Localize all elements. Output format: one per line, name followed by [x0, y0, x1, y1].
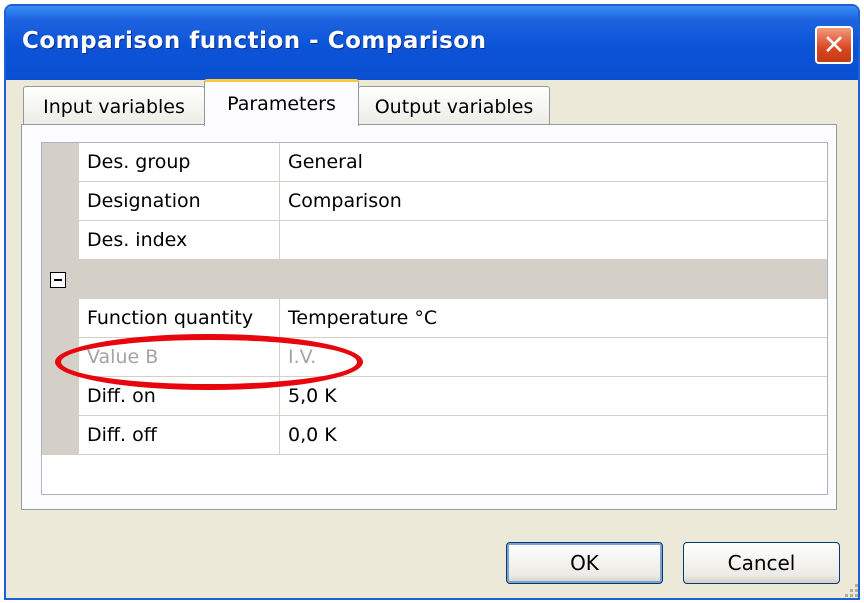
- property-name: Function quantity: [79, 299, 280, 338]
- property-name: Diff. off: [79, 416, 280, 455]
- property-name: Des. index: [79, 221, 280, 260]
- title-bar[interactable]: Comparison function - Comparison ✕: [6, 6, 858, 80]
- row-gutter: [42, 221, 79, 260]
- grid-row-des-group[interactable]: Des. group General: [42, 143, 827, 182]
- property-value-value-b: I.V.: [280, 338, 827, 377]
- row-gutter: [42, 338, 79, 377]
- row-gutter: [42, 143, 79, 182]
- property-value-des-index[interactable]: [280, 221, 827, 260]
- property-value-designation[interactable]: Comparison: [280, 182, 827, 221]
- tab-input-variables[interactable]: Input variables: [23, 86, 205, 126]
- grid-row-diff-off[interactable]: Diff. off 0,0 K: [42, 416, 827, 455]
- property-value-diff-on[interactable]: 5,0 K: [280, 377, 827, 416]
- close-button[interactable]: ✕: [815, 26, 853, 64]
- property-name: Diff. on: [79, 377, 280, 416]
- row-gutter: [42, 416, 79, 455]
- property-grid: Des. group General Designation Compariso…: [41, 142, 828, 495]
- row-gutter: [42, 377, 79, 416]
- property-value-function-quantity[interactable]: Temperature °C: [280, 299, 827, 338]
- parameters-panel: Des. group General Designation Compariso…: [21, 124, 837, 510]
- resize-grip-icon[interactable]: [844, 583, 858, 597]
- grid-row-designation[interactable]: Designation Comparison: [42, 182, 827, 221]
- close-icon: ✕: [822, 29, 846, 61]
- tab-parameters[interactable]: Parameters: [204, 79, 359, 126]
- property-name: Designation: [79, 182, 280, 221]
- tab-output-variables[interactable]: Output variables: [358, 86, 550, 126]
- row-gutter: [42, 299, 79, 338]
- property-value-diff-off[interactable]: 0,0 K: [280, 416, 827, 455]
- cancel-button[interactable]: Cancel: [683, 542, 840, 584]
- row-gutter: [42, 182, 79, 221]
- grid-row-diff-on[interactable]: Diff. on 5,0 K: [42, 377, 827, 416]
- property-value-des-group[interactable]: General: [280, 143, 827, 182]
- window-title: Comparison function - Comparison: [22, 28, 487, 54]
- ok-button[interactable]: OK: [506, 542, 663, 584]
- grid-row-des-index[interactable]: Des. index: [42, 221, 827, 260]
- property-name-disabled: Value B: [79, 338, 280, 377]
- grid-row-function-quantity[interactable]: Function quantity Temperature °C: [42, 299, 827, 338]
- property-name: Des. group: [79, 143, 280, 182]
- group-header: [42, 260, 827, 299]
- grid-row-value-b[interactable]: Value B I.V.: [42, 338, 827, 377]
- collapse-minus-icon[interactable]: [50, 272, 66, 288]
